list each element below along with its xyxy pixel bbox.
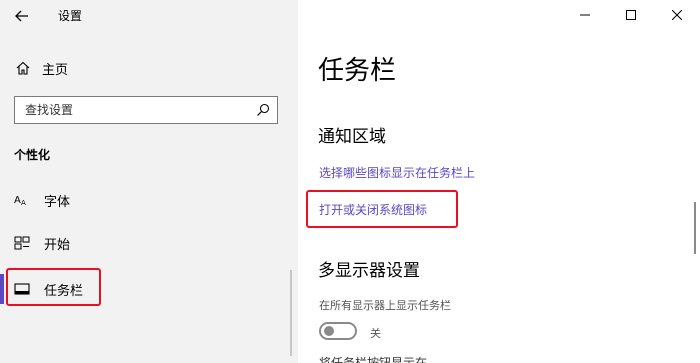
multi-display-heading: 多显示器设置: [318, 261, 420, 281]
main-scrollbar[interactable]: [694, 202, 696, 254]
sidebar-item-start[interactable]: 开始: [14, 233, 70, 253]
font-icon: A A: [14, 195, 26, 207]
home-icon: [16, 61, 30, 75]
sidebar-item-taskbar[interactable]: 任务栏: [14, 279, 83, 299]
search-icon[interactable]: [256, 103, 270, 117]
sidebar-item-home[interactable]: 主页: [16, 58, 68, 78]
home-label: 主页: [42, 62, 69, 78]
section-title-personalization: 个性化: [14, 148, 51, 162]
back-button[interactable]: [10, 4, 34, 28]
page-title: 任务栏: [318, 56, 397, 86]
main-content: 任务栏 通知区域 选择哪些图标显示在任务栏上 打开或关闭系统图标 多显示器设置 …: [298, 0, 700, 363]
selection-indicator: [0, 274, 4, 304]
notification-area-heading: 通知区域: [318, 127, 386, 147]
link-select-taskbar-icons[interactable]: 选择哪些图标显示在任务栏上: [319, 164, 475, 181]
back-arrow-icon: [15, 10, 28, 22]
sidebar-item-label: 字体: [44, 194, 71, 210]
toggle-knob: [324, 326, 334, 336]
link-toggle-system-icons[interactable]: 打开或关闭系统图标: [319, 201, 427, 218]
sidebar-item-label: 开始: [44, 237, 71, 253]
taskbar-icon: [14, 283, 30, 295]
sidebar: 设置 主页 个性化 A A 字体: [0, 0, 298, 363]
svg-text:A: A: [14, 195, 21, 206]
sidebar-scrollbar[interactable]: [290, 270, 292, 356]
taskbar-buttons-on-label: 将任务栏按钮显示在: [319, 356, 428, 363]
show-taskbar-all-displays-toggle[interactable]: [319, 322, 357, 340]
start-grid-icon: [14, 236, 30, 250]
app-title: 设置: [58, 9, 83, 23]
search-input[interactable]: [25, 103, 245, 117]
search-box[interactable]: [14, 96, 278, 124]
show-taskbar-all-displays-label: 在所有显示器上显示任务栏: [319, 299, 451, 312]
sidebar-item-label: 任务栏: [44, 283, 84, 299]
settings-window: 设置 主页 个性化 A A 字体: [0, 0, 700, 363]
svg-text:A: A: [21, 199, 26, 207]
toggle-state-label: 关: [370, 327, 381, 340]
sidebar-item-font[interactable]: A A 字体: [14, 190, 70, 210]
